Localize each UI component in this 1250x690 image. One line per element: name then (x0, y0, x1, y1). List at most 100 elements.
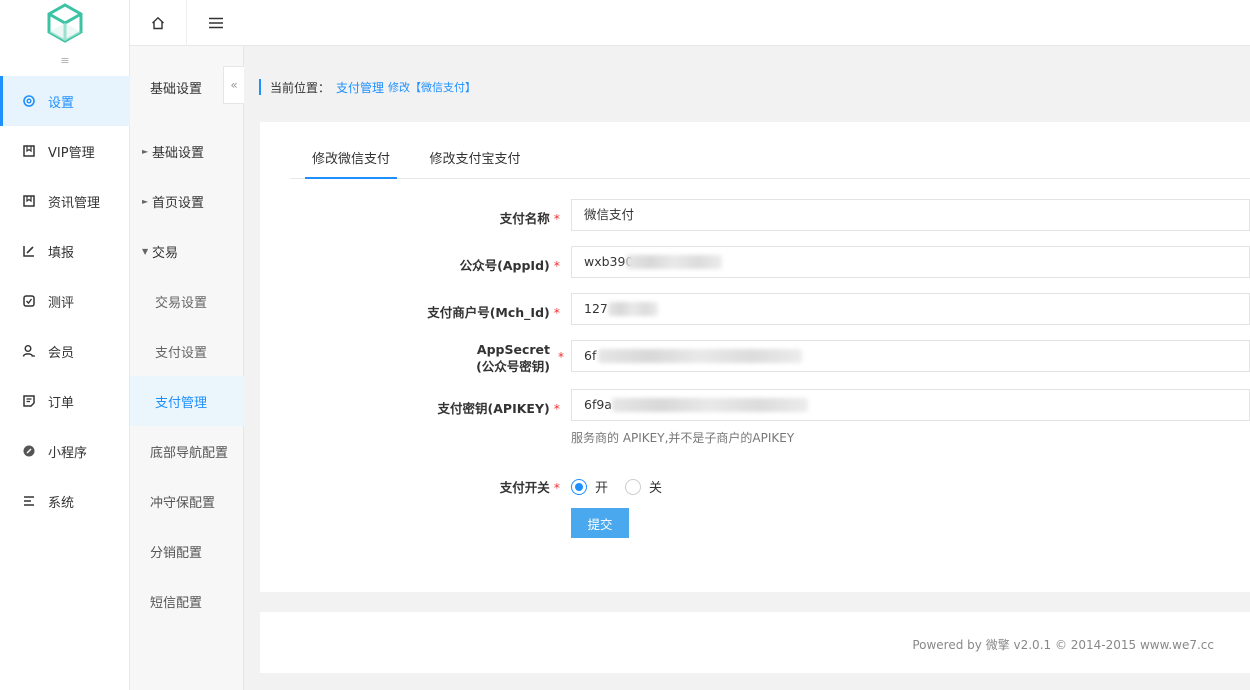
nav-item-member[interactable]: 会员 (0, 326, 130, 376)
link-icon (22, 444, 36, 458)
bookmark-icon (22, 144, 36, 158)
fold-sidebar-button[interactable]: « (223, 66, 244, 104)
subnav-home-settings[interactable]: ► 首页设置 (130, 176, 244, 226)
mchid-label: 支付商户号(Mch_Id) * (260, 302, 560, 321)
subnav-pay-settings[interactable]: 支付设置 (130, 326, 244, 376)
apikey-label: 支付密钥(APIKEY) * (260, 398, 560, 417)
required-mark: * (553, 305, 560, 320)
subnav-trade[interactable]: ▼ 交易 (130, 226, 244, 276)
required-mark: * (553, 401, 560, 416)
secondary-sidebar-title: 基础设置 (150, 82, 203, 97)
home-icon (152, 16, 164, 30)
nav-item-news[interactable]: 资讯管理 (0, 176, 130, 226)
redaction-blur (626, 255, 722, 269)
appsecret-value: 6f (584, 348, 597, 363)
label-text: 支付名称 (499, 211, 550, 226)
subnav-pay-management[interactable]: 支付管理 (130, 376, 244, 426)
required-mark: * (553, 211, 560, 226)
list-icon (22, 494, 36, 508)
tab-wechat-pay[interactable]: 修改微信支付 (305, 146, 397, 179)
footer: Powered by 微擎 v2.0.1 © 2014-2015 www.we7… (260, 612, 1250, 673)
mchid-value: 127 (584, 301, 608, 316)
radio-unchecked-icon (625, 478, 641, 495)
mchid-input[interactable]: 127 (571, 293, 1250, 325)
caret-right-icon: ► (142, 196, 149, 206)
switch-label: 支付开关 * (260, 477, 560, 496)
radio-label: 关 (649, 481, 663, 496)
subnav-distribution[interactable]: 分销配置 (130, 526, 244, 576)
subnav-basic-settings[interactable]: ► 基础设置 (130, 126, 244, 176)
label-text: 支付密钥(APIKEY) (437, 401, 550, 416)
breadcrumb: 当前位置： 支付管理 修改【微信支付】 (259, 79, 476, 95)
nav-item-label: 小程序 (48, 445, 88, 461)
label-text: 公众号(AppId) (459, 258, 550, 273)
subnav-label: 基础设置 (152, 145, 205, 161)
subnav-guard-config[interactable]: 冲守保配置 (130, 476, 244, 526)
nav-item-vip[interactable]: VIP管理 (0, 126, 130, 176)
document-icon (22, 394, 36, 408)
appsecret-input[interactable]: 6f (571, 340, 1250, 372)
apikey-hint: 服务商的 APIKEY,并不是子商户的APIKEY (571, 431, 795, 445)
label-text: 支付商户号(Mch_Id) (427, 305, 550, 320)
logo-icon (47, 3, 83, 43)
nav-item-label: VIP管理 (48, 145, 95, 161)
redaction-blur (608, 302, 658, 316)
bookmark-icon (22, 194, 36, 208)
subnav-sms[interactable]: 短信配置 (130, 576, 244, 626)
primary-sidebar: ≡ 设置 VIP管理 资讯管理 填报 测评 会员 订单 小程序 系统 (0, 0, 130, 690)
footer-text: Powered by 微擎 v2.0.1 © 2014-2015 www.we7… (912, 638, 1214, 652)
label-text: 支付开关 (499, 480, 550, 495)
home-button[interactable] (130, 0, 187, 46)
nav-item-label: 订单 (48, 395, 75, 411)
tab-bar: 修改微信支付 修改支付宝支付 (290, 146, 1250, 179)
nav-item-assessment[interactable]: 测评 (0, 276, 130, 326)
pay-name-input[interactable]: 微信支付 (571, 199, 1250, 231)
nav-item-system[interactable]: 系统 (0, 476, 130, 526)
required-mark: * (558, 350, 564, 364)
pay-name-value: 微信支付 (584, 207, 635, 222)
required-mark: * (553, 258, 560, 273)
edit-icon (22, 244, 36, 258)
breadcrumb-current: 修改【微信支付】 (388, 81, 477, 94)
caret-down-icon: ▼ (142, 246, 149, 256)
breadcrumb-link[interactable]: 支付管理 (336, 79, 384, 96)
switch-off-radio[interactable]: 关 (625, 477, 662, 496)
menu-toggle-button[interactable] (187, 0, 244, 46)
hamburger-icon (208, 17, 223, 29)
label-text-sub: (公众号密钥) (476, 359, 550, 374)
nav-item-label: 填报 (48, 245, 75, 261)
nav-item-label: 系统 (48, 495, 75, 511)
switch-on-radio[interactable]: 开 (571, 477, 608, 496)
nav-item-settings[interactable]: 设置 (0, 76, 130, 126)
subnav-label: 交易 (152, 245, 179, 261)
label-text: AppSecret (476, 342, 550, 357)
nav-item-label: 资讯管理 (48, 195, 101, 211)
required-mark: * (553, 480, 560, 495)
collapse-menu-icon[interactable]: ≡ (57, 55, 73, 67)
nav-item-miniprogram[interactable]: 小程序 (0, 426, 130, 476)
nav-item-report[interactable]: 填报 (0, 226, 130, 276)
submit-button[interactable]: 提交 (571, 508, 629, 538)
subnav-trade-settings[interactable]: 交易设置 (130, 276, 244, 326)
nav-item-order[interactable]: 订单 (0, 376, 130, 426)
nav-item-label: 测评 (48, 295, 75, 311)
tab-alipay[interactable]: 修改支付宝支付 (424, 146, 526, 179)
apikey-value: 6f9a (584, 397, 612, 412)
caret-right-icon: ► (142, 146, 149, 156)
radio-label: 开 (595, 481, 609, 496)
subnav-label: 首页设置 (152, 195, 205, 211)
user-icon (22, 344, 36, 358)
gear-icon (22, 94, 36, 108)
pay-name-label: 支付名称 * (260, 208, 560, 227)
redaction-blur (598, 349, 802, 363)
apikey-input[interactable]: 6f9a (571, 389, 1250, 421)
nav-item-label: 会员 (48, 345, 75, 361)
breadcrumb-label: 当前位置： (270, 80, 331, 95)
secondary-sidebar: 基础设置 « ► 基础设置 ► 首页设置 ▼ 交易 交易设置 支付设置 支付管理… (130, 46, 244, 690)
appsecret-label: AppSecret (公众号密钥) (260, 341, 550, 375)
appid-input[interactable]: wxb390 (571, 246, 1250, 278)
top-bar (130, 0, 1250, 46)
subnav-bottom-nav[interactable]: 底部导航配置 (130, 426, 244, 476)
form-panel: 修改微信支付 修改支付宝支付 支付名称 * 微信支付 公众号(AppId) * wx… (260, 122, 1250, 592)
redaction-blur (612, 398, 808, 412)
